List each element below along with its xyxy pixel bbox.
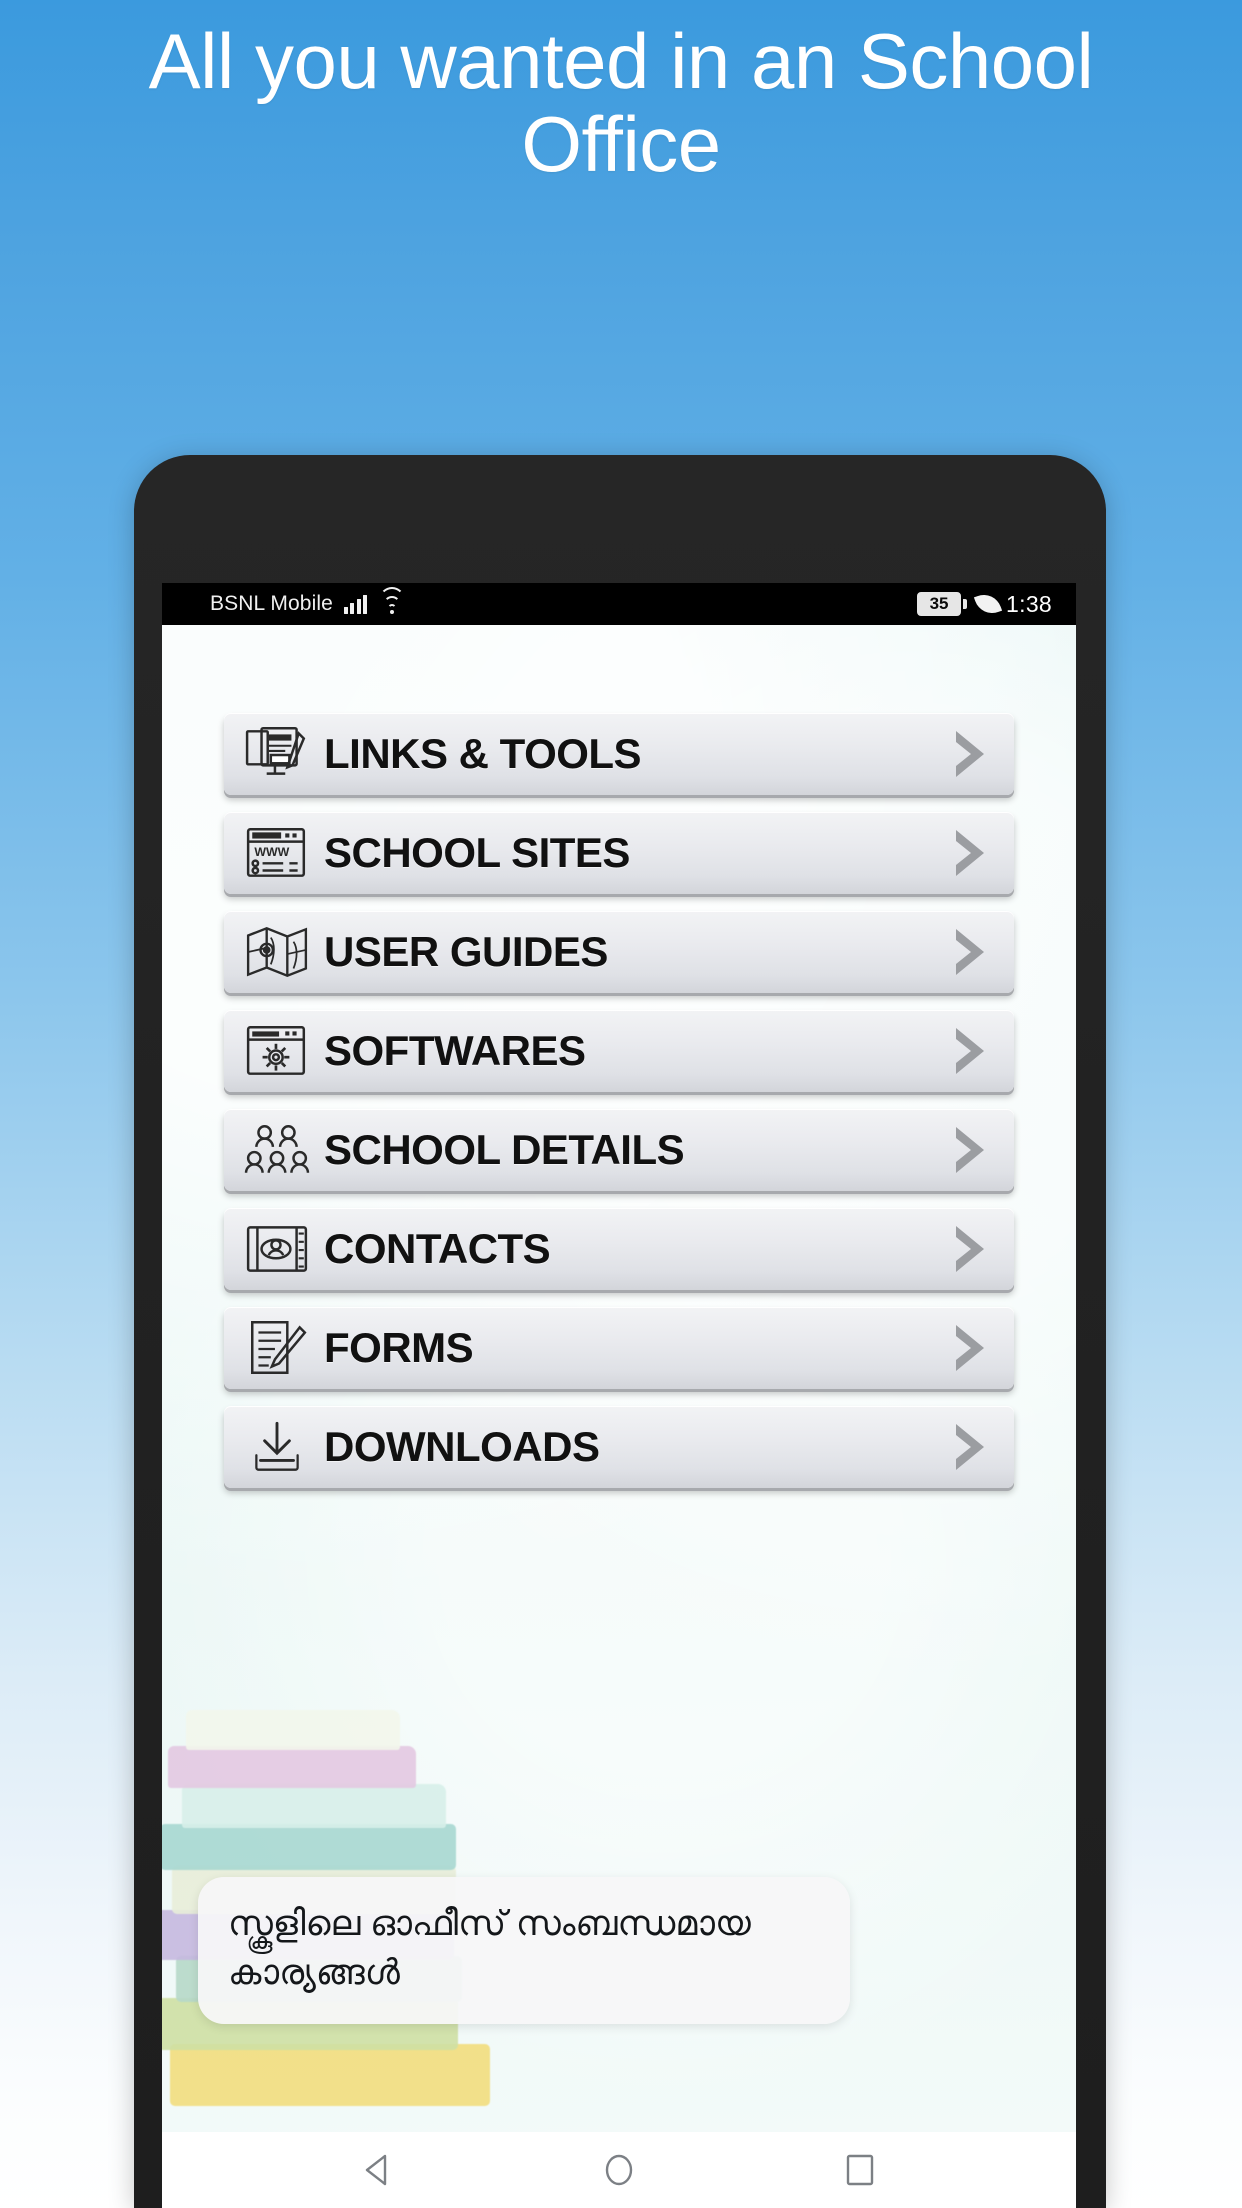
android-nav-bar	[162, 2132, 1076, 2208]
chevron-right-icon	[948, 1124, 992, 1176]
menu-item-links-tools[interactable]: LINKS & TOOLS	[224, 713, 1014, 795]
menu-item-contacts[interactable]: CONTACTS	[224, 1208, 1014, 1290]
phone-screen: BSNL Mobile 35 1:38 LINKS & TOOLS WWW SC…	[162, 583, 1076, 2208]
people-group-icon	[244, 1121, 310, 1179]
carrier-label: BSNL Mobile	[210, 592, 333, 615]
menu-item-label: SCHOOL SITES	[324, 829, 630, 876]
app-content: LINKS & TOOLS WWW SCHOOL SITES USER GUID…	[162, 625, 1076, 2132]
monitor-pencil-icon	[244, 725, 310, 783]
menu-item-label: DOWNLOADS	[324, 1423, 600, 1470]
clock-label: 1:38	[1006, 590, 1052, 617]
book-stack-illustration	[162, 1586, 524, 2132]
menu-item-school-details[interactable]: SCHOOL DETAILS	[224, 1109, 1014, 1191]
page-title: All you wanted in an School Office	[148, 17, 1094, 188]
chevron-right-icon	[948, 1025, 992, 1077]
menu-item-downloads[interactable]: DOWNLOADS	[224, 1406, 1014, 1488]
contact-book-icon	[244, 1220, 310, 1278]
chevron-right-icon	[948, 1322, 992, 1374]
menu-item-forms[interactable]: FORMS	[224, 1307, 1014, 1389]
description-caption: സ്കൂളിലെ ഓഫീസ് സംബന്ധമായ കാര്യങ്ങൾ	[198, 1876, 850, 2024]
download-arrow-icon	[244, 1418, 310, 1476]
chevron-right-icon	[948, 1223, 992, 1275]
menu-item-label: LINKS & TOOLS	[324, 730, 642, 777]
menu-item-label: FORMS	[324, 1324, 474, 1371]
promo-banner: All you wanted in an School Office BSNL …	[0, 0, 1242, 2208]
menu-item-softwares[interactable]: SOFTWARES	[224, 1010, 1014, 1092]
battery-cap	[963, 599, 968, 609]
status-bar-left: BSNL Mobile	[210, 586, 405, 616]
menu-item-label: SOFTWARES	[324, 1027, 586, 1074]
battery-level-label: 35	[917, 592, 962, 616]
svg-text:WWW: WWW	[254, 845, 289, 859]
menu-item-user-guides[interactable]: USER GUIDES	[224, 911, 1014, 993]
menu-item-label: USER GUIDES	[324, 928, 608, 975]
leaf-icon	[973, 589, 1003, 619]
chevron-right-icon	[948, 728, 992, 780]
back-triangle-icon[interactable]	[355, 2147, 401, 2193]
chevron-right-icon	[948, 926, 992, 978]
status-bar: BSNL Mobile 35 1:38	[162, 583, 1076, 625]
chevron-right-icon	[948, 1421, 992, 1473]
home-circle-icon[interactable]	[596, 2147, 642, 2193]
recents-square-icon[interactable]	[837, 2147, 883, 2193]
main-menu-list: LINKS & TOOLS WWW SCHOOL SITES USER GUID…	[162, 713, 1076, 1488]
browser-www-icon: WWW	[244, 824, 310, 882]
phone-device-mockup: BSNL Mobile 35 1:38 LINKS & TOOLS WWW SC…	[134, 455, 1106, 2208]
gear-window-icon	[244, 1022, 310, 1080]
status-bar-right: 35 1:38	[917, 589, 1064, 619]
chevron-right-icon	[948, 827, 992, 879]
map-icon	[244, 923, 310, 981]
battery-icon: 35	[917, 592, 968, 616]
wifi-icon	[378, 586, 405, 615]
menu-item-label: CONTACTS	[324, 1225, 551, 1272]
signal-bars-icon	[343, 594, 368, 614]
menu-item-label: SCHOOL DETAILS	[324, 1126, 685, 1173]
document-pen-icon	[244, 1319, 310, 1377]
menu-item-school-sites[interactable]: WWW SCHOOL SITES	[224, 812, 1014, 894]
